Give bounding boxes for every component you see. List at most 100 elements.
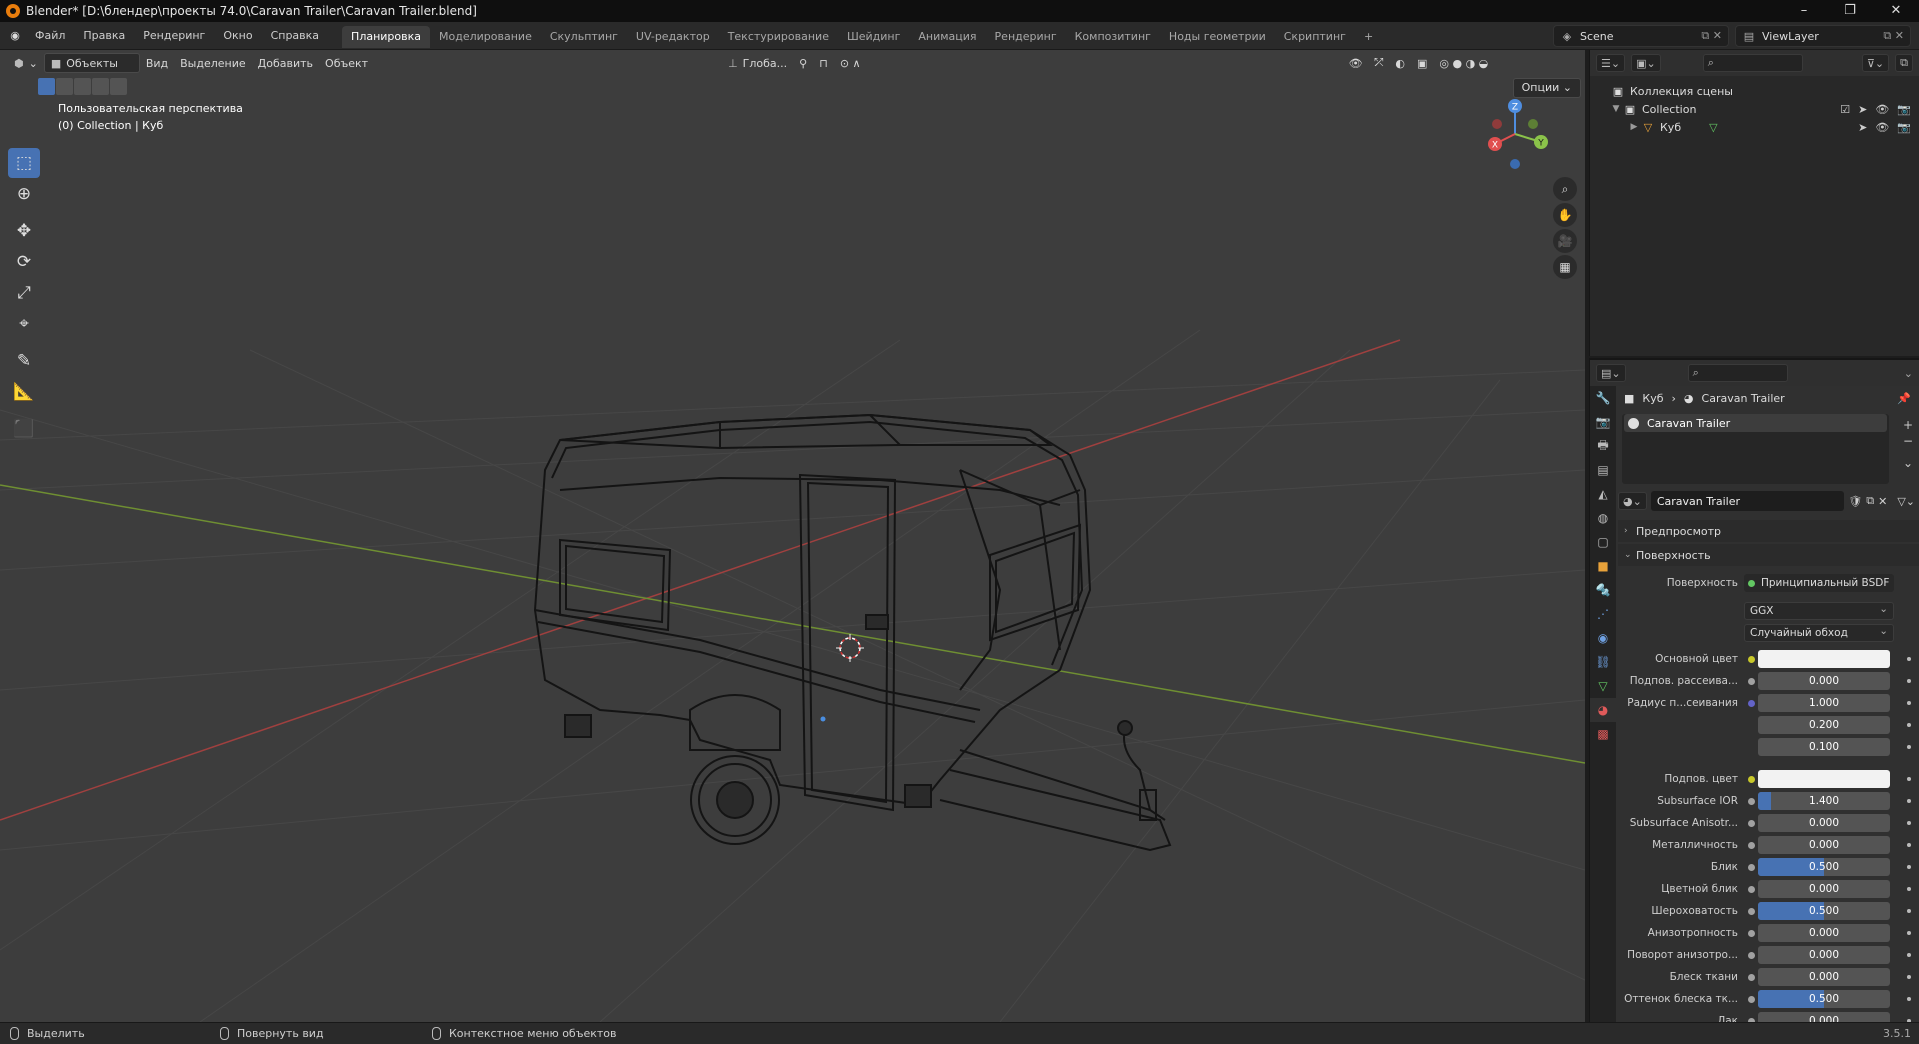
preview-section-header[interactable]: › Предпросмотр bbox=[1618, 520, 1919, 542]
tab-uv-editing[interactable]: UV-редактор bbox=[627, 26, 719, 48]
keyframe-dot-icon[interactable] bbox=[1907, 975, 1911, 979]
display-mode-icon[interactable]: ▣⌄ bbox=[1631, 54, 1661, 72]
material-link-icon[interactable]: ▽⌄ bbox=[1897, 495, 1915, 508]
socket-icon[interactable] bbox=[1744, 995, 1758, 1003]
value-slider[interactable]: 0.000 bbox=[1758, 924, 1890, 942]
measure-tool-icon[interactable]: 📐 bbox=[8, 377, 40, 407]
socket-icon[interactable] bbox=[1744, 841, 1758, 849]
keyframe-dot-icon[interactable] bbox=[1907, 997, 1911, 1001]
collection-expand-icon[interactable]: ▼ bbox=[1610, 104, 1622, 114]
menu-view[interactable]: Вид bbox=[140, 53, 174, 73]
value-slider[interactable]: 0.000 bbox=[1758, 814, 1890, 832]
keyframe-dot-icon[interactable] bbox=[1907, 701, 1911, 705]
subsurface-method-dropdown[interactable]: Случайный обход bbox=[1744, 623, 1894, 642]
gizmo-toggle-icon[interactable]: ⤱ bbox=[1369, 53, 1390, 73]
physics-tab-icon[interactable]: ◉ bbox=[1590, 626, 1616, 650]
camera-view-icon[interactable]: 🎥 bbox=[1553, 229, 1577, 253]
zoom-icon[interactable]: ⌕ bbox=[1553, 177, 1577, 201]
object-selectable-icon[interactable]: ➤ bbox=[1858, 121, 1867, 134]
transform-orientation-selector[interactable]: ⊥ Глоба... bbox=[722, 53, 793, 73]
menu-render[interactable]: Рендеринг bbox=[134, 22, 214, 50]
keyframe-dot-icon[interactable] bbox=[1907, 931, 1911, 935]
pin-icon[interactable]: 📌 bbox=[1897, 392, 1911, 405]
keyframe-dot-icon[interactable] bbox=[1907, 843, 1911, 847]
add-slot-button[interactable]: + bbox=[1903, 418, 1913, 432]
data-tab-icon[interactable]: ▽ bbox=[1590, 674, 1616, 698]
material-slot-list[interactable]: Caravan Trailer bbox=[1622, 414, 1889, 484]
socket-icon[interactable] bbox=[1744, 655, 1758, 663]
socket-icon[interactable] bbox=[1744, 907, 1758, 915]
material-tab-icon[interactable]: ◕ bbox=[1590, 698, 1616, 722]
render-camera-icon[interactable]: 📷 bbox=[1897, 103, 1911, 116]
filter-icon[interactable]: ⊽⌄ bbox=[1861, 54, 1890, 72]
visibility-icon[interactable]: 👁 bbox=[1343, 53, 1369, 73]
tab-modeling[interactable]: Моделирование bbox=[430, 26, 541, 48]
object-visibility-eye-icon[interactable]: 👁 bbox=[1875, 121, 1889, 134]
particles-tab-icon[interactable]: ⋰ bbox=[1590, 602, 1616, 626]
menu-file[interactable]: Файл bbox=[26, 22, 74, 50]
selectable-icon[interactable]: ➤ bbox=[1858, 103, 1867, 116]
neg-z-axis-icon[interactable] bbox=[1510, 159, 1520, 169]
object-row-cube[interactable]: ▶ ▽ Куб ▽ ➤ 👁 📷 bbox=[1590, 118, 1919, 136]
collection-tab-icon[interactable]: ▢ bbox=[1590, 530, 1616, 554]
pan-hand-icon[interactable]: ✋ bbox=[1553, 203, 1577, 227]
socket-icon[interactable] bbox=[1744, 797, 1758, 805]
fake-user-icon[interactable]: 🛡 bbox=[1848, 495, 1862, 508]
minimize-button[interactable]: – bbox=[1781, 0, 1827, 22]
mesh-data-icon[interactable]: ▽ bbox=[1709, 121, 1717, 134]
proportional-edit-icon[interactable]: ⊙ ∧ bbox=[834, 53, 867, 73]
value-slider[interactable]: 0.100 bbox=[1758, 738, 1890, 756]
value-slider[interactable]: 0.500 bbox=[1758, 902, 1890, 920]
caravan-trailer-mesh[interactable] bbox=[533, 413, 1172, 852]
3d-viewport[interactable]: ⬢ ⌄ ■ Объекты Вид Выделение Добавить Объе… bbox=[0, 50, 1585, 1022]
add-workspace-button[interactable]: + bbox=[1355, 26, 1382, 48]
value-slider[interactable]: 0.000 bbox=[1758, 836, 1890, 854]
modifiers-tab-icon[interactable]: 🔩 bbox=[1590, 578, 1616, 602]
socket-icon[interactable] bbox=[1744, 775, 1758, 783]
keyframe-dot-icon[interactable] bbox=[1907, 723, 1911, 727]
value-slider[interactable]: 0.000 bbox=[1758, 968, 1890, 986]
tab-rendering[interactable]: Рендеринг bbox=[986, 26, 1066, 48]
neg-x-axis-icon[interactable] bbox=[1492, 119, 1502, 129]
value-slider[interactable]: 0.500 bbox=[1758, 990, 1890, 1008]
properties-editor-type-icon[interactable]: ▤⌄ bbox=[1596, 364, 1626, 382]
unlink-material-icon[interactable]: ✕ bbox=[1878, 495, 1887, 508]
collection-row[interactable]: ▼ ▣ Collection ☑ ➤ 👁 📷 bbox=[1590, 100, 1919, 118]
view-layer-selector[interactable]: ▤ ViewLayer ⧉ ✕ bbox=[1735, 25, 1911, 47]
add-cube-tool-icon[interactable]: ⬛ bbox=[8, 414, 40, 444]
select-extend-icon[interactable] bbox=[56, 78, 73, 95]
maximize-button[interactable]: ❐ bbox=[1827, 0, 1873, 22]
value-slider[interactable]: 1.400 bbox=[1758, 792, 1890, 810]
value-slider[interactable]: 0.000 bbox=[1758, 946, 1890, 964]
color-swatch[interactable] bbox=[1758, 770, 1890, 788]
value-slider[interactable]: 1.000 bbox=[1758, 694, 1890, 712]
select-intersect-icon[interactable] bbox=[110, 78, 127, 95]
keyframe-dot-icon[interactable] bbox=[1907, 821, 1911, 825]
select-box-tool-icon[interactable]: ⬚ bbox=[8, 148, 40, 178]
object-expand-icon[interactable]: ▶ bbox=[1628, 122, 1640, 132]
pivot-point-icon[interactable]: ⚲ bbox=[793, 53, 813, 73]
socket-icon[interactable] bbox=[1744, 973, 1758, 981]
annotate-tool-icon[interactable]: ✎ bbox=[8, 346, 40, 376]
tab-layout[interactable]: Планировка bbox=[342, 25, 431, 48]
texture-tab-icon[interactable]: ▩ bbox=[1590, 722, 1616, 746]
surface-section-header[interactable]: ⌄ Поверхность bbox=[1618, 544, 1919, 566]
menu-edit[interactable]: Правка bbox=[74, 22, 134, 50]
socket-icon[interactable] bbox=[1744, 699, 1758, 707]
socket-icon[interactable] bbox=[1744, 819, 1758, 827]
socket-icon[interactable] bbox=[1744, 677, 1758, 685]
ortho-toggle-icon[interactable]: ▦ bbox=[1553, 255, 1577, 279]
scale-tool-icon[interactable]: ⤢ bbox=[8, 278, 40, 308]
properties-options-icon[interactable]: ⌄ bbox=[1904, 367, 1913, 380]
object-render-camera-icon[interactable]: 📷 bbox=[1897, 121, 1911, 134]
view-layer-tab-icon[interactable]: ▤ bbox=[1590, 458, 1616, 482]
browse-material-icon[interactable]: ◕⌄ bbox=[1618, 492, 1647, 510]
outliner-editor-type-icon[interactable]: ☰⌄ bbox=[1596, 54, 1626, 72]
move-tool-icon[interactable]: ✥ bbox=[8, 216, 40, 246]
tab-sculpting[interactable]: Скульптинг bbox=[541, 26, 627, 48]
output-tab-icon[interactable]: 🖶 bbox=[1590, 434, 1616, 458]
value-slider[interactable]: 0.200 bbox=[1758, 716, 1890, 734]
shading-modes-icon[interactable]: ◎ ● ◑ ◒ bbox=[1433, 53, 1494, 73]
overlay-toggle-icon[interactable]: ◐ bbox=[1389, 53, 1411, 73]
menu-help[interactable]: Справка bbox=[262, 22, 328, 50]
